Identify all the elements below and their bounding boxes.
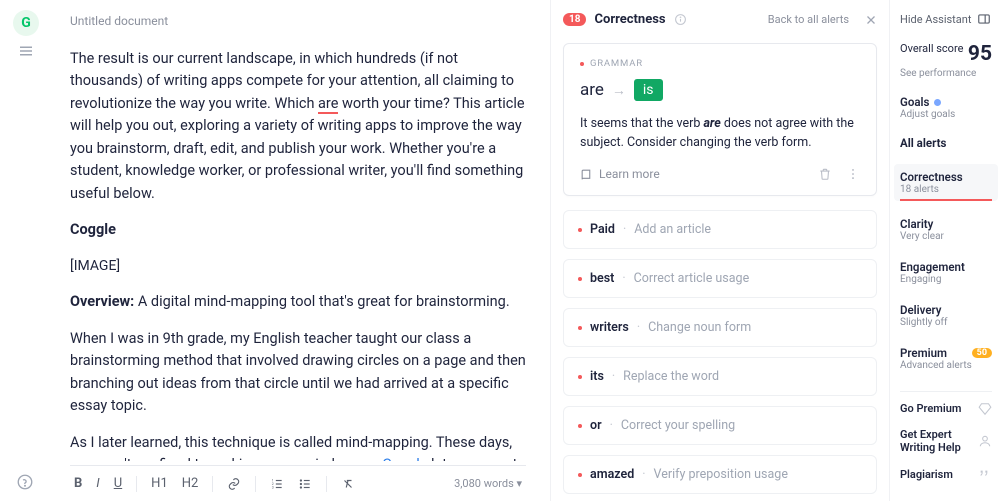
alert-count-badge: 18	[563, 13, 586, 26]
suggestion-list: Paid·Add an article best·Correct article…	[563, 210, 877, 494]
link-button[interactable]	[227, 477, 241, 491]
go-premium-button[interactable]: Go Premium	[900, 402, 992, 416]
more-options-button[interactable]	[846, 167, 860, 182]
old-word: are	[580, 80, 604, 100]
menu-icon[interactable]	[17, 42, 35, 60]
suggestion-item[interactable]: best·Correct article usage	[563, 259, 877, 298]
overview-label: Overview:	[70, 293, 134, 310]
suggestion-item[interactable]: writers·Change noun form	[563, 308, 877, 347]
suggestions-panel: 18 Correctness Back to all alerts GRAMMA…	[550, 0, 890, 501]
h2-button[interactable]: H2	[182, 476, 199, 491]
svg-text:3: 3	[272, 485, 274, 489]
score-label: Overall score	[900, 42, 963, 55]
overview-text: A digital mind-mapping tool that's great…	[134, 293, 509, 310]
image-placeholder: [IMAGE]	[70, 256, 526, 278]
word-count[interactable]: 3,080 words ▾	[454, 477, 522, 490]
plagiarism-button[interactable]: Plagiarism	[900, 466, 992, 482]
goals-button[interactable]: Goals Adjust goals	[900, 95, 992, 120]
category-premium[interactable]: Premium 50 Advanced alerts	[900, 340, 992, 377]
document-title[interactable]: Untitled document	[70, 14, 526, 28]
italic-button[interactable]: I	[96, 476, 99, 491]
suggestion-item[interactable]: Paid·Add an article	[563, 210, 877, 249]
close-icon[interactable]	[865, 12, 877, 27]
suggestion-card: GRAMMAR are → is It seems that the verb …	[563, 43, 877, 196]
panel-title: Correctness	[594, 12, 665, 27]
bold-button[interactable]: B	[74, 476, 82, 491]
ordered-list-button[interactable]: 123	[270, 477, 284, 491]
see-performance-link[interactable]: See performance	[900, 68, 992, 79]
card-category: GRAMMAR	[590, 58, 643, 69]
clear-format-button[interactable]	[341, 477, 355, 491]
expert-help-button[interactable]: Get ExpertWriting Help	[900, 428, 992, 454]
error-word[interactable]: are	[318, 95, 338, 114]
category-correctness[interactable]: Correctness 18 alerts	[894, 164, 998, 201]
category-clarity[interactable]: Clarity Very clear	[900, 211, 992, 248]
all-alerts-button[interactable]: All alerts	[900, 136, 992, 150]
suggestion-item[interactable]: its·Replace the word	[563, 357, 877, 396]
category-engagement[interactable]: Engagement Engaging	[900, 254, 992, 291]
book-icon	[580, 167, 593, 181]
underline-button[interactable]: U	[114, 476, 122, 491]
coggle-link[interactable]: Coggle	[382, 456, 427, 461]
overall-score: 95	[968, 42, 992, 66]
quote-icon	[976, 466, 992, 482]
apply-suggestion-button[interactable]: is	[634, 79, 663, 101]
assistant-sidebar: Hide Assistant Overall score 95 See perf…	[890, 0, 1000, 501]
unordered-list-button[interactable]	[298, 477, 312, 491]
back-to-alerts-link[interactable]: Back to all alerts	[768, 13, 849, 26]
suggestion-item[interactable]: or·Correct your spelling	[563, 406, 877, 445]
dismiss-button[interactable]	[818, 167, 832, 182]
person-icon	[978, 434, 992, 448]
explanation-text: It seems that the verb	[580, 116, 703, 131]
category-delivery[interactable]: Delivery Slightly off	[900, 297, 992, 334]
grammarly-logo[interactable]: G	[13, 10, 39, 36]
heading-coggle: Coggle	[70, 219, 526, 241]
h1-button[interactable]: H1	[151, 476, 168, 491]
body-text: When I was in 9th grade, my English teac…	[70, 328, 526, 418]
info-icon[interactable]	[674, 12, 687, 27]
diamond-icon	[978, 402, 992, 416]
document-body[interactable]: The result is our current landscape, in …	[70, 48, 526, 461]
premium-badge: 50	[972, 348, 992, 358]
hide-assistant-button[interactable]: Hide Assistant	[900, 12, 992, 26]
learn-more-link[interactable]: Learn more	[599, 167, 660, 181]
goals-indicator-dot	[934, 99, 941, 106]
format-toolbar: B I U H1 H2 123 3,080 words ▾	[70, 465, 526, 501]
help-icon[interactable]	[16, 473, 34, 491]
suggestion-item[interactable]: amazed·Verify preposition usage	[563, 455, 877, 494]
explanation-highlight: are	[703, 116, 720, 131]
arrow-icon: →	[612, 82, 626, 99]
